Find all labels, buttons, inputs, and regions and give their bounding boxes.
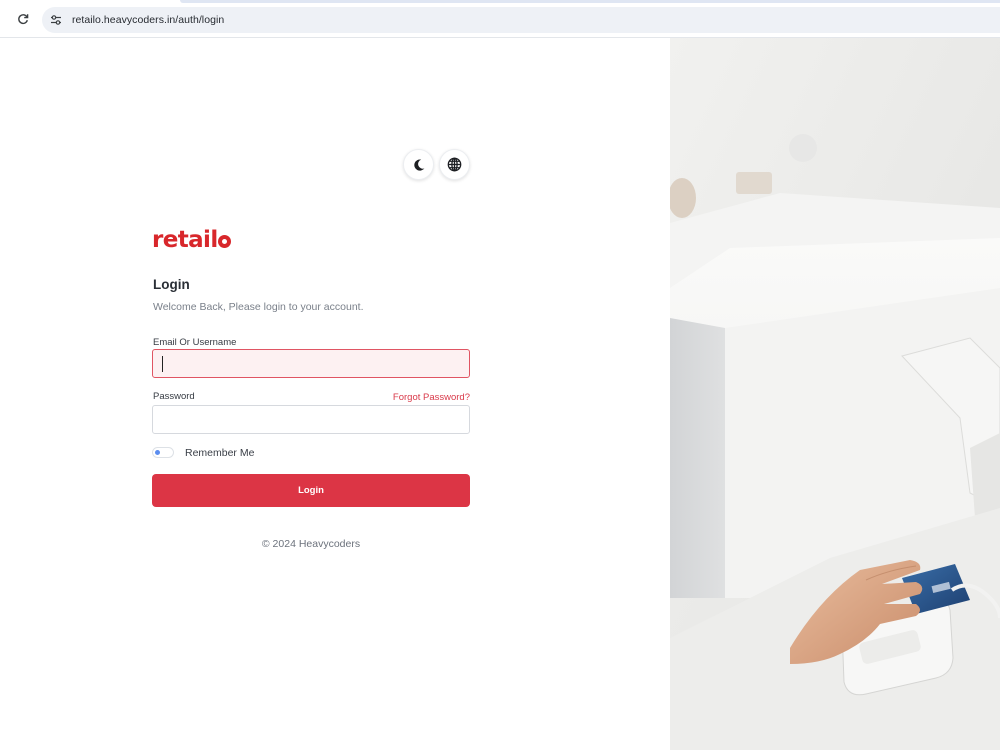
reload-icon [18,14,29,25]
address-bar[interactable]: retailo.heavycoders.in/auth/login [42,7,1000,33]
url-text[interactable]: retailo.heavycoders.in/auth/login [72,14,224,26]
password-label: Password [153,391,195,402]
forgot-password-link[interactable]: Forgot Password? [393,392,470,403]
text-caret [162,356,163,372]
language-button[interactable] [439,149,470,180]
brand-mark-icon [217,235,231,248]
brand-logo: retail [152,226,231,254]
globe-icon [447,157,462,172]
site-info-button[interactable] [44,8,68,32]
login-button[interactable]: Login [152,474,470,507]
remember-me-label[interactable]: Remember Me [185,447,254,459]
email-label: Email Or Username [153,337,237,348]
password-field[interactable] [152,405,470,434]
theme-toggle-button[interactable] [403,149,434,180]
browser-toolbar: retailo.heavycoders.in/auth/login [0,0,1000,38]
email-field[interactable] [152,349,470,378]
page-title: Login [153,277,190,292]
brand-wordmark: retail [152,227,218,253]
footer-copyright: © 2024 Heavycoders [261,538,361,550]
hero-image [670,38,1000,750]
remember-me-toggle[interactable] [152,447,174,458]
page-subtitle: Welcome Back, Please login to your accou… [153,301,364,313]
login-panel: retail Login Welcome Back, Please login … [0,38,670,750]
moon-icon [413,158,424,171]
tune-icon [51,15,61,25]
tab-strip [180,0,1000,3]
reload-button[interactable] [14,10,32,28]
checkout-photo [670,38,1000,750]
